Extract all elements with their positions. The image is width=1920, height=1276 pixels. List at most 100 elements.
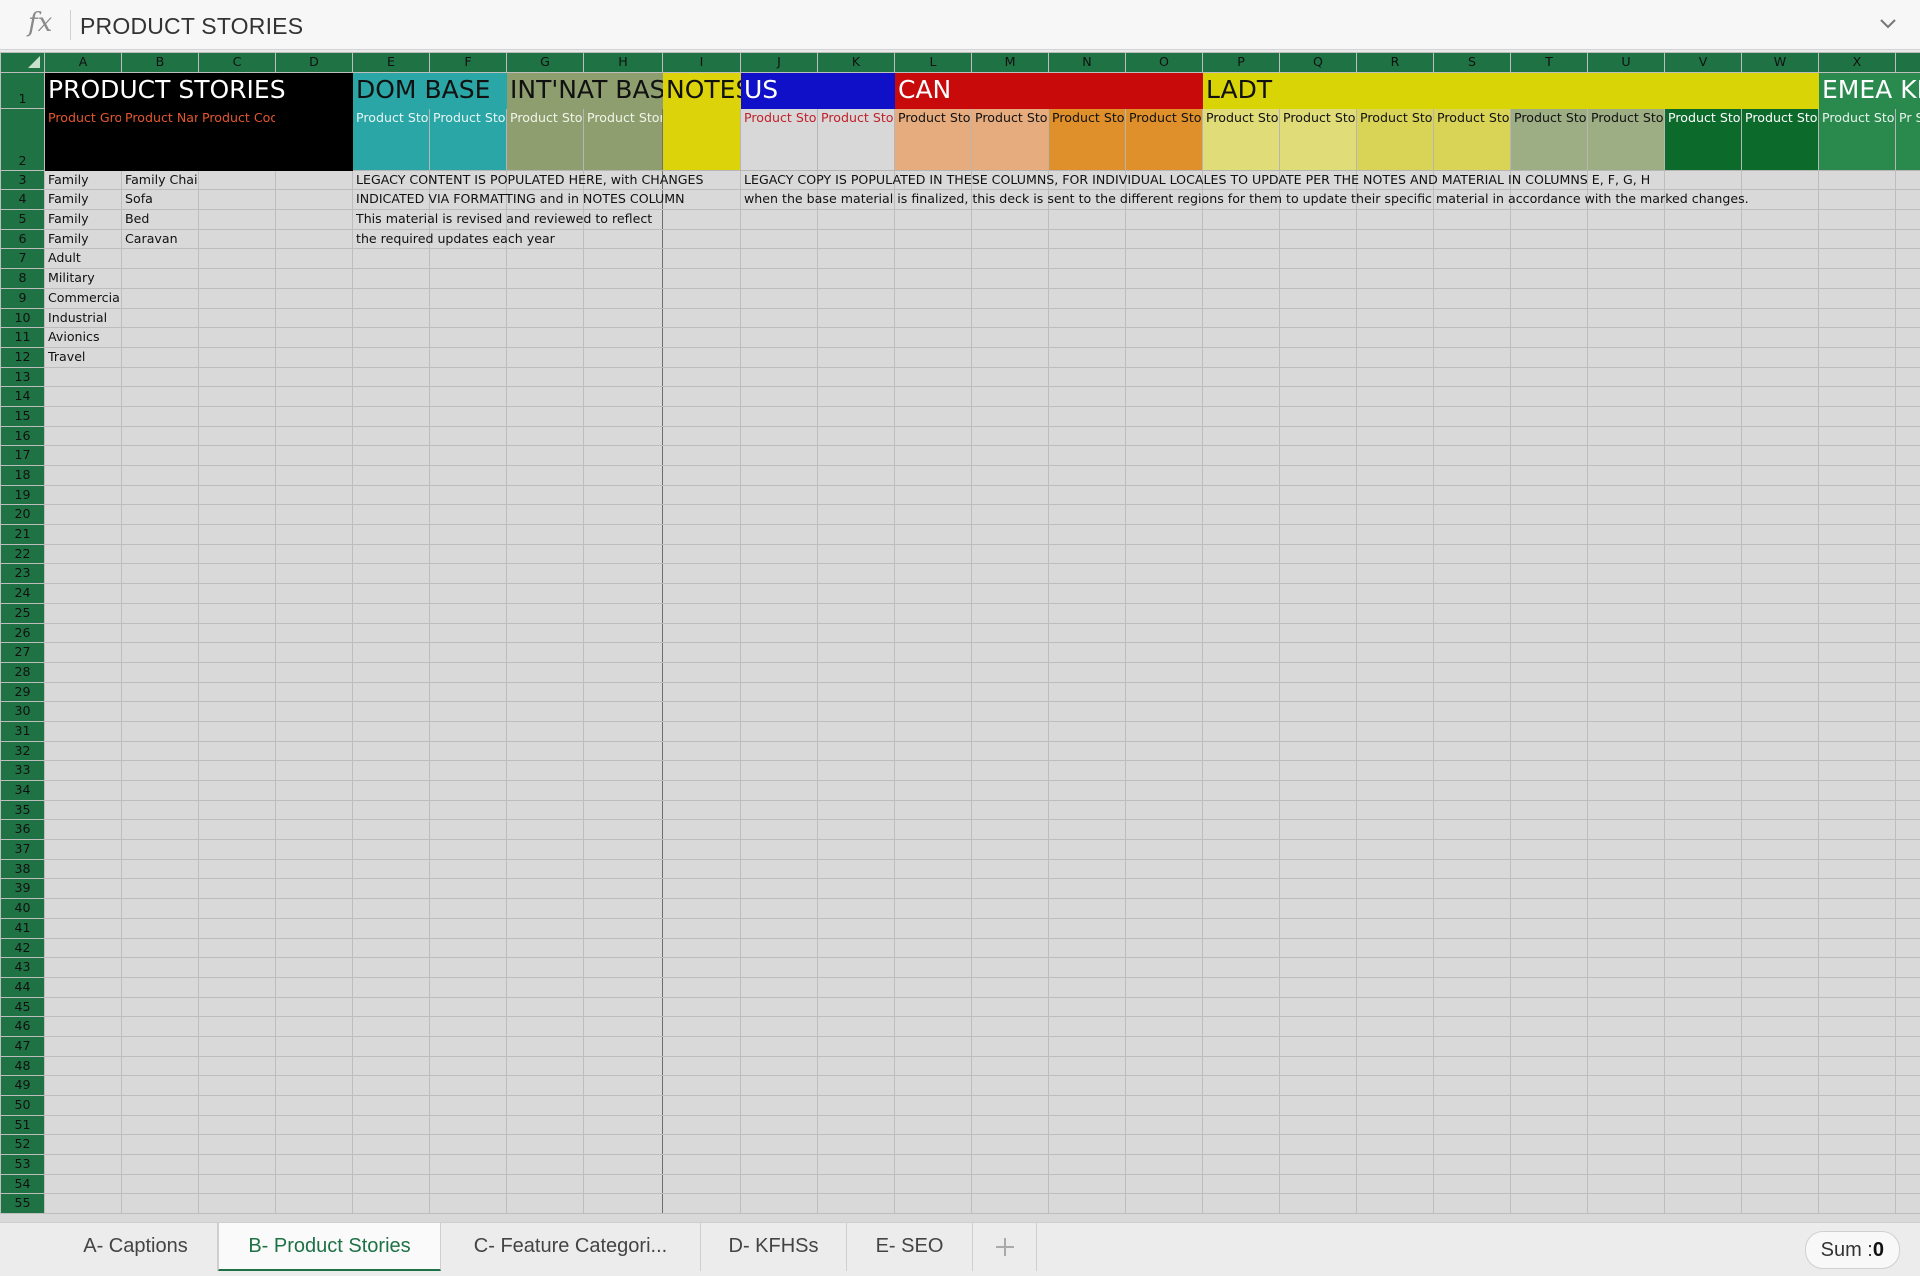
cell[interactable] [1510, 937, 1588, 959]
cell[interactable] [1048, 661, 1126, 683]
cell[interactable] [1125, 1035, 1203, 1057]
cell[interactable] [121, 366, 199, 388]
cell[interactable] [1202, 425, 1280, 447]
subheader-cell-2[interactable]: Product Code [198, 107, 276, 171]
cell[interactable] [894, 681, 972, 703]
cell[interactable] [1433, 602, 1511, 624]
cell-j6[interactable] [740, 228, 818, 250]
cell[interactable] [121, 976, 199, 998]
cell[interactable] [352, 524, 430, 545]
cell[interactable] [662, 268, 741, 289]
cell[interactable] [1279, 799, 1357, 821]
cell[interactable] [1356, 307, 1434, 329]
column-header-d[interactable]: D [275, 52, 353, 73]
cell[interactable] [740, 760, 818, 781]
cell[interactable] [1202, 386, 1280, 407]
cell[interactable] [44, 405, 122, 427]
cell[interactable] [1664, 307, 1742, 329]
cell[interactable] [1664, 1193, 1742, 1215]
cell[interactable] [817, 819, 895, 841]
cell[interactable] [1895, 701, 1920, 722]
cell[interactable] [583, 425, 663, 447]
cell[interactable] [1433, 524, 1511, 545]
cell[interactable] [1433, 287, 1511, 309]
cell[interactable] [352, 583, 430, 604]
cell[interactable] [1356, 622, 1434, 644]
cell[interactable] [1202, 681, 1280, 703]
cell[interactable] [894, 1173, 972, 1195]
cell[interactable] [1433, 937, 1511, 959]
cell[interactable] [1202, 898, 1280, 919]
cell[interactable] [740, 1193, 818, 1215]
cell[interactable] [506, 248, 584, 270]
cell[interactable] [1048, 1154, 1126, 1175]
cell[interactable] [1510, 681, 1588, 703]
cell[interactable] [1125, 248, 1203, 270]
cell[interactable] [1125, 937, 1203, 959]
cell[interactable] [1433, 346, 1511, 368]
cell[interactable] [894, 405, 972, 427]
cell[interactable] [971, 543, 1049, 565]
cell[interactable] [583, 484, 663, 506]
cell[interactable] [44, 563, 122, 585]
cell[interactable] [1433, 543, 1511, 565]
cell[interactable] [662, 701, 741, 722]
cell[interactable] [1356, 248, 1434, 270]
cell[interactable] [1510, 1114, 1588, 1136]
cell[interactable] [662, 445, 741, 466]
cell[interactable] [1510, 917, 1588, 939]
cell[interactable] [1433, 898, 1511, 919]
cell[interactable] [1125, 268, 1203, 289]
cell[interactable] [1510, 484, 1588, 506]
cell[interactable] [1433, 1095, 1511, 1116]
cell[interactable] [971, 287, 1049, 309]
cell[interactable] [1818, 268, 1896, 289]
cell[interactable] [198, 661, 276, 683]
row-header-23[interactable]: 23 [0, 563, 45, 585]
cell[interactable] [275, 996, 353, 1018]
cell[interactable] [583, 917, 663, 939]
column-header-p[interactable]: P [1202, 52, 1280, 73]
cell[interactable] [121, 1193, 199, 1215]
cell[interactable] [1356, 1154, 1434, 1175]
cell-r1-10[interactable] [817, 71, 895, 109]
cell[interactable] [740, 642, 818, 663]
cell[interactable] [352, 740, 430, 762]
cell[interactable] [506, 1055, 584, 1077]
cell[interactable] [506, 878, 584, 900]
cell[interactable] [198, 740, 276, 762]
cell[interactable] [1202, 720, 1280, 742]
cell[interactable] [1202, 1193, 1280, 1215]
column-header-e[interactable]: E [352, 52, 430, 73]
cell[interactable] [740, 976, 818, 998]
cell[interactable] [1433, 1154, 1511, 1175]
cell[interactable] [198, 780, 276, 801]
cell[interactable] [1125, 839, 1203, 860]
cell[interactable] [583, 878, 663, 900]
cell[interactable] [662, 1134, 741, 1156]
cell[interactable] [1818, 957, 1896, 978]
cell[interactable] [44, 898, 122, 919]
cell[interactable] [740, 661, 818, 683]
cell[interactable] [1202, 740, 1280, 762]
cell[interactable] [1202, 209, 1280, 230]
cell[interactable] [1048, 386, 1126, 407]
subheader-cell-14[interactable]: Product Story Desc (fr_CA) [1125, 107, 1203, 171]
cell[interactable] [583, 307, 663, 329]
cell[interactable] [1741, 799, 1819, 821]
cell[interactable] [352, 898, 430, 919]
cell[interactable] [1664, 327, 1742, 348]
cell[interactable] [740, 543, 818, 565]
cell[interactable] [506, 720, 584, 742]
cell[interactable] [1895, 563, 1920, 585]
cell[interactable] [1895, 524, 1920, 545]
cell[interactable] [894, 1035, 972, 1057]
cell[interactable] [198, 858, 276, 880]
cell[interactable] [352, 878, 430, 900]
cell[interactable] [894, 524, 972, 545]
cell[interactable] [1356, 465, 1434, 486]
cell[interactable] [1741, 169, 1819, 191]
cell[interactable] [1433, 661, 1511, 683]
cell[interactable] [429, 1173, 507, 1195]
subheader-cell-20[interactable]: Product Story Desc (es_XX) [1587, 107, 1665, 171]
